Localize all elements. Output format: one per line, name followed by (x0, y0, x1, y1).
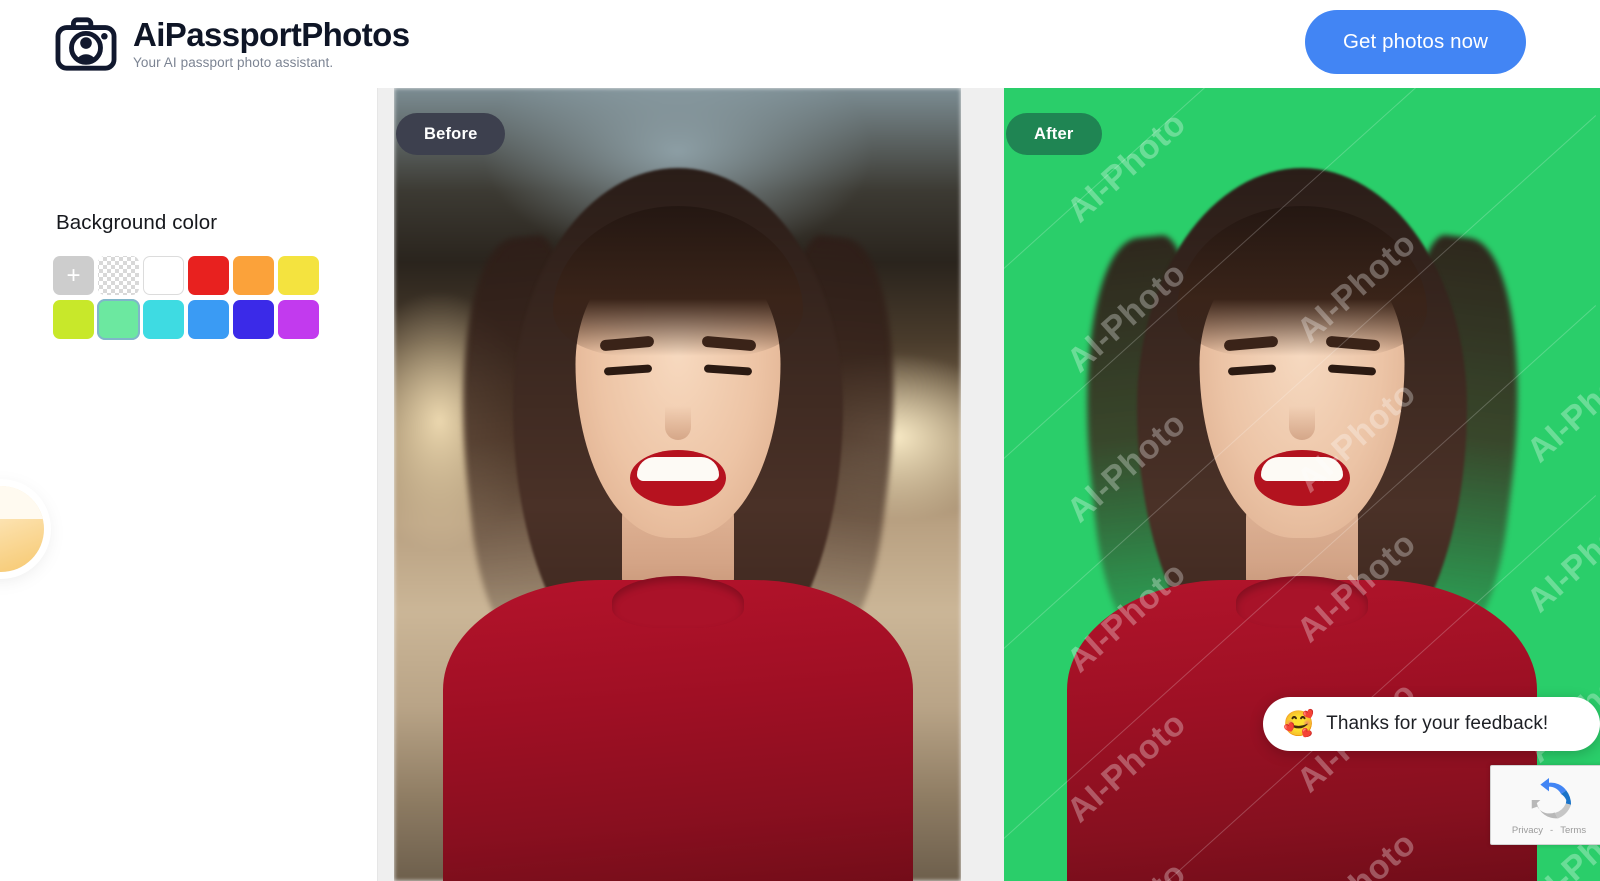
body-area: Background color + Before AI-Photo AI-Ph… (0, 88, 1600, 881)
feedback-toast-message: Thanks for your feedback! (1326, 713, 1549, 734)
teeth (1261, 457, 1343, 481)
after-photo-card[interactable]: AI-Photo AI-Photo AI-Photo AI-Photo AI-Photo… (1004, 88, 1600, 881)
recaptcha-links: Privacy - Terms (1512, 825, 1586, 836)
feedback-toast: 🥰 Thanks for your feedback! (1263, 697, 1600, 751)
swatch-transparent[interactable] (98, 256, 139, 295)
swatch-mint-green[interactable] (97, 299, 140, 340)
brand-text: AiPassportPhotos Your AI passport photo … (133, 15, 410, 71)
bubble-highlight (0, 486, 44, 519)
swatch-lime[interactable] (53, 300, 94, 339)
background-color-swatch-grid: + (53, 256, 321, 340)
camera-person-icon (55, 17, 117, 71)
swatch-red[interactable] (188, 256, 229, 295)
before-photo-card[interactable]: Before (394, 88, 961, 881)
recaptcha-separator: - (1550, 824, 1554, 836)
app-root: AiPassportPhotos Your AI passport photo … (0, 0, 1600, 881)
teeth (636, 457, 719, 481)
swatch-magenta[interactable] (278, 300, 319, 339)
nose (1289, 406, 1315, 440)
brand-title: AiPassportPhotos (133, 15, 410, 53)
portrait-subject (394, 88, 961, 881)
settings-sidebar: Background color + (0, 88, 378, 881)
before-label-pill[interactable]: Before (396, 113, 506, 155)
brand-tagline: Your AI passport photo assistant. (133, 55, 334, 71)
recaptcha-terms-link[interactable]: Terms (1560, 825, 1586, 836)
photo-comparison-stage: Before AI-Photo AI-Photo AI-Photo AI-Pho… (378, 88, 1600, 881)
sweater-collar (1236, 576, 1368, 628)
mouth (629, 450, 726, 506)
after-label-pill[interactable]: After (1006, 113, 1102, 155)
swatch-white[interactable] (143, 256, 184, 295)
smiling-face-with-hearts-emoji: 🥰 (1283, 709, 1315, 738)
nose (664, 406, 691, 440)
app-header: AiPassportPhotos Your AI passport photo … (0, 0, 1600, 88)
get-photos-now-button[interactable]: Get photos now (1305, 10, 1526, 74)
plus-icon: + (66, 261, 81, 289)
sweater-collar (611, 576, 744, 628)
swatch-indigo[interactable] (233, 300, 274, 339)
recaptcha-logo-icon (1531, 777, 1572, 819)
recaptcha-badge[interactable]: Privacy - Terms (1490, 765, 1600, 845)
recaptcha-privacy-link[interactable]: Privacy (1512, 825, 1543, 836)
swatch-cyan[interactable] (143, 300, 184, 339)
swatch-add-custom-color[interactable]: + (53, 256, 94, 295)
mouth (1254, 450, 1350, 506)
swatch-yellow[interactable] (278, 256, 319, 295)
floating-widget-bubble[interactable] (0, 486, 44, 572)
swatch-blue[interactable] (188, 300, 229, 339)
portrait-subject-after (1004, 88, 1600, 881)
brand[interactable]: AiPassportPhotos Your AI passport photo … (55, 15, 410, 73)
swatch-orange[interactable] (233, 256, 274, 295)
after-photo-image (1004, 88, 1600, 881)
background-color-panel-title: Background color (56, 211, 218, 234)
before-photo-image (394, 88, 961, 881)
